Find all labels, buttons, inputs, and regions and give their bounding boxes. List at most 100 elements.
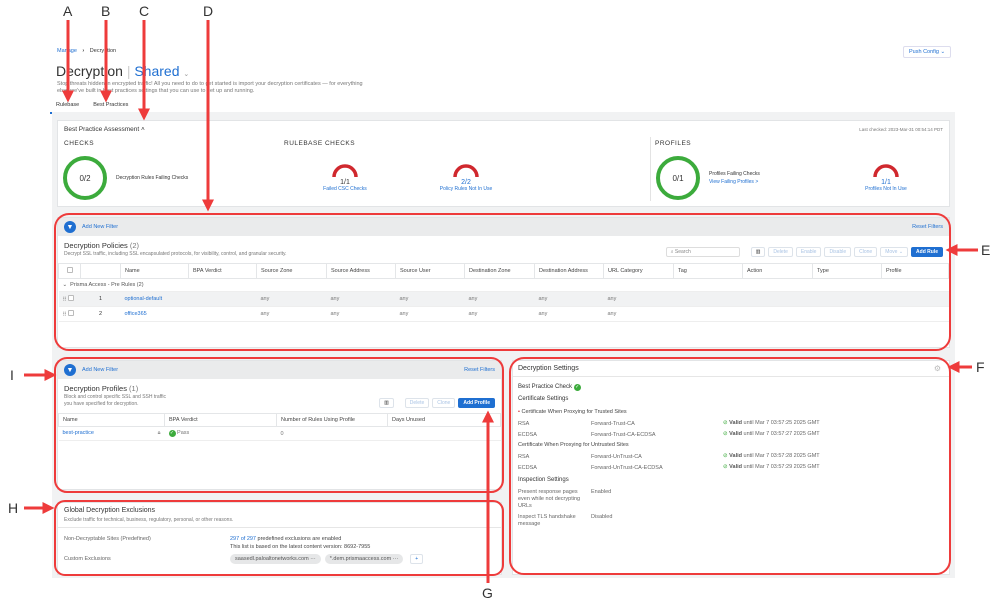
- table-row[interactable]: ⠿ 1 optional-default any any any any any…: [58, 291, 949, 307]
- verdict: Pass: [177, 430, 190, 436]
- inspection-heading: Inspection Settings: [518, 477, 569, 483]
- trusted-heading-text: Certificate When Proxying for Trusted Si…: [521, 409, 627, 415]
- profiles-not-in-use-link[interactable]: Profiles Not In Use: [856, 186, 916, 192]
- gauge-arc: [873, 164, 899, 178]
- status: Valid: [729, 464, 742, 470]
- add-profile-button[interactable]: Add Profile: [458, 398, 495, 408]
- cell: any: [534, 306, 604, 322]
- cert-status: ⊘ Valid until Mar 7 03:57:29 2025 GMT: [723, 464, 820, 470]
- col-header[interactable]: BPA Verdict: [164, 413, 277, 427]
- status: Valid: [729, 453, 742, 459]
- scope-selector[interactable]: Shared ⌄: [134, 63, 189, 79]
- columns-icon[interactable]: ▥: [750, 247, 766, 257]
- col-header[interactable]: Source Zone: [256, 263, 327, 279]
- col-header[interactable]: Name: [58, 413, 165, 427]
- col-header[interactable]: Destination Address: [534, 263, 604, 279]
- drag-handle-icon[interactable]: ⠿: [58, 291, 81, 307]
- desc-line1: Stop threats hidden in encrypted traffic…: [57, 81, 363, 87]
- annotation-label-a: A: [63, 3, 73, 19]
- checkbox[interactable]: [68, 295, 75, 301]
- view-failing-profiles-link[interactable]: View Failing Profiles >: [709, 179, 758, 185]
- col-header[interactable]: Tag: [673, 263, 743, 279]
- profiles-toolbar: ▥ Delete Clone Add Profile: [376, 398, 495, 408]
- profile-name-link[interactable]: best-practice: [63, 430, 95, 436]
- decryption-settings: Decryption Settings ⚙ Best Practice Chec…: [512, 360, 950, 575]
- delete-button[interactable]: Delete: [768, 247, 793, 257]
- clone-button[interactable]: Clone: [854, 247, 878, 257]
- col-num: [80, 263, 121, 279]
- delete-button[interactable]: Delete: [404, 398, 430, 408]
- cert-name: Forward-Trust-CA-ECDSA: [591, 432, 656, 438]
- filter-bar: ▼ Add New Filter Reset Filters: [58, 361, 501, 379]
- columns-icon[interactable]: ▥: [379, 398, 394, 408]
- breadcrumb-manage[interactable]: Manage: [57, 48, 77, 54]
- add-rule-button[interactable]: Add Rule: [911, 247, 943, 257]
- col-header[interactable]: Type: [812, 263, 882, 279]
- checkbox[interactable]: [66, 267, 73, 273]
- content-version: This list is based on the latest content…: [230, 544, 371, 550]
- col-header[interactable]: Profile: [881, 263, 949, 279]
- search-input[interactable]: ⌕ Search: [665, 247, 740, 257]
- breadcrumb: Manage › Decryption: [57, 48, 117, 54]
- gear-icon[interactable]: ⚙: [934, 364, 941, 373]
- col-header[interactable]: URL Category: [603, 263, 674, 279]
- chip-label: saasedl.paloaltonetworks.com: [235, 556, 309, 562]
- filter-icon[interactable]: ▼: [64, 221, 76, 233]
- cell: any: [256, 291, 327, 307]
- reset-filters-link[interactable]: Reset Filters: [912, 224, 943, 230]
- status: Valid: [729, 431, 742, 437]
- exclusion-chip[interactable]: *.dem.prismaaccess.com ···: [324, 554, 404, 564]
- cert-name: Forward-UnTrust-CA-ECDSA: [591, 465, 663, 471]
- cell: any: [603, 291, 674, 307]
- rule-name-link[interactable]: optional-default: [125, 296, 163, 302]
- rule-num: 1: [80, 291, 121, 307]
- predefined-count-link[interactable]: 297 of 297: [230, 536, 256, 542]
- rule-name-link[interactable]: office365: [125, 311, 147, 317]
- exclusion-chip[interactable]: saasedl.paloaltonetworks.com ···: [230, 554, 321, 564]
- breadcrumb-current: Decryption: [89, 48, 117, 54]
- policy-rules-link[interactable]: Policy Rules Not In Use: [431, 186, 501, 192]
- table-row[interactable]: ⠿ 2 office365 any any any any any any: [58, 306, 949, 322]
- bpa-title[interactable]: Best Practice Assessment ˄: [64, 126, 145, 133]
- col-header[interactable]: Number of Rules Using Profile: [276, 413, 388, 427]
- failed-csc-link[interactable]: Failed CSC Checks: [315, 186, 375, 192]
- col-header[interactable]: BPA Verdict: [188, 263, 257, 279]
- annotation-label-g: G: [482, 585, 493, 601]
- gauge-policy-rules: 2/2 Policy Rules Not In Use: [431, 155, 501, 192]
- enable-button[interactable]: Enable: [795, 247, 822, 257]
- annotation-label-h: H: [8, 500, 19, 516]
- inspection-label: Present response pages even while not de…: [518, 489, 581, 509]
- col-header[interactable]: Name: [120, 263, 189, 279]
- bp-check: Best Practice Check ✓: [518, 384, 581, 391]
- policies-description: Decrypt SSL traffic, including SSL encap…: [64, 251, 287, 257]
- divider: [513, 376, 949, 377]
- add-exclusion-button[interactable]: +: [410, 554, 424, 564]
- cell: any: [326, 291, 396, 307]
- cert-status: ⊘ Valid until Mar 7 03:57:28 2025 GMT: [723, 453, 820, 459]
- disable-button[interactable]: Disable: [824, 247, 852, 257]
- group-label: Prisma Access - Pre Rules (2): [70, 282, 144, 288]
- reset-filters-link[interactable]: Reset Filters: [464, 367, 495, 373]
- add-new-filter-link[interactable]: Add New Filter: [82, 367, 118, 373]
- col-header[interactable]: Source Address: [326, 263, 396, 279]
- drag-handle-icon[interactable]: ⠿: [58, 306, 81, 322]
- move-button[interactable]: Move ⌄: [880, 247, 909, 257]
- untrusted-heading: Certificate When Proxying for Untrusted …: [518, 442, 629, 448]
- desc-line2: you have specified for decryption.: [64, 401, 139, 407]
- filter-icon[interactable]: ▼: [64, 364, 76, 376]
- clone-button[interactable]: Clone: [432, 398, 456, 408]
- select-all[interactable]: [58, 263, 81, 279]
- check-circle-icon: ⊘: [723, 431, 728, 437]
- push-config-button[interactable]: Push Config ⌄: [903, 46, 952, 58]
- group-row[interactable]: ⌄ Prisma Access - Pre Rules (2): [58, 278, 949, 292]
- col-header[interactable]: Destination Zone: [464, 263, 535, 279]
- chevron-down-icon: ⌄: [183, 71, 190, 78]
- col-header[interactable]: Source User: [395, 263, 465, 279]
- add-new-filter-link[interactable]: Add New Filter: [82, 224, 118, 230]
- predefined-label: Non-Decryptable Sites (Predefined): [64, 536, 151, 542]
- col-header[interactable]: Days Unused: [387, 413, 501, 427]
- col-header[interactable]: Action: [742, 263, 813, 279]
- cert-type: RSA: [518, 454, 530, 460]
- checkbox[interactable]: [68, 310, 75, 316]
- table-row[interactable]: best-practice 🔒︎ ✓ Pass 0: [58, 426, 501, 441]
